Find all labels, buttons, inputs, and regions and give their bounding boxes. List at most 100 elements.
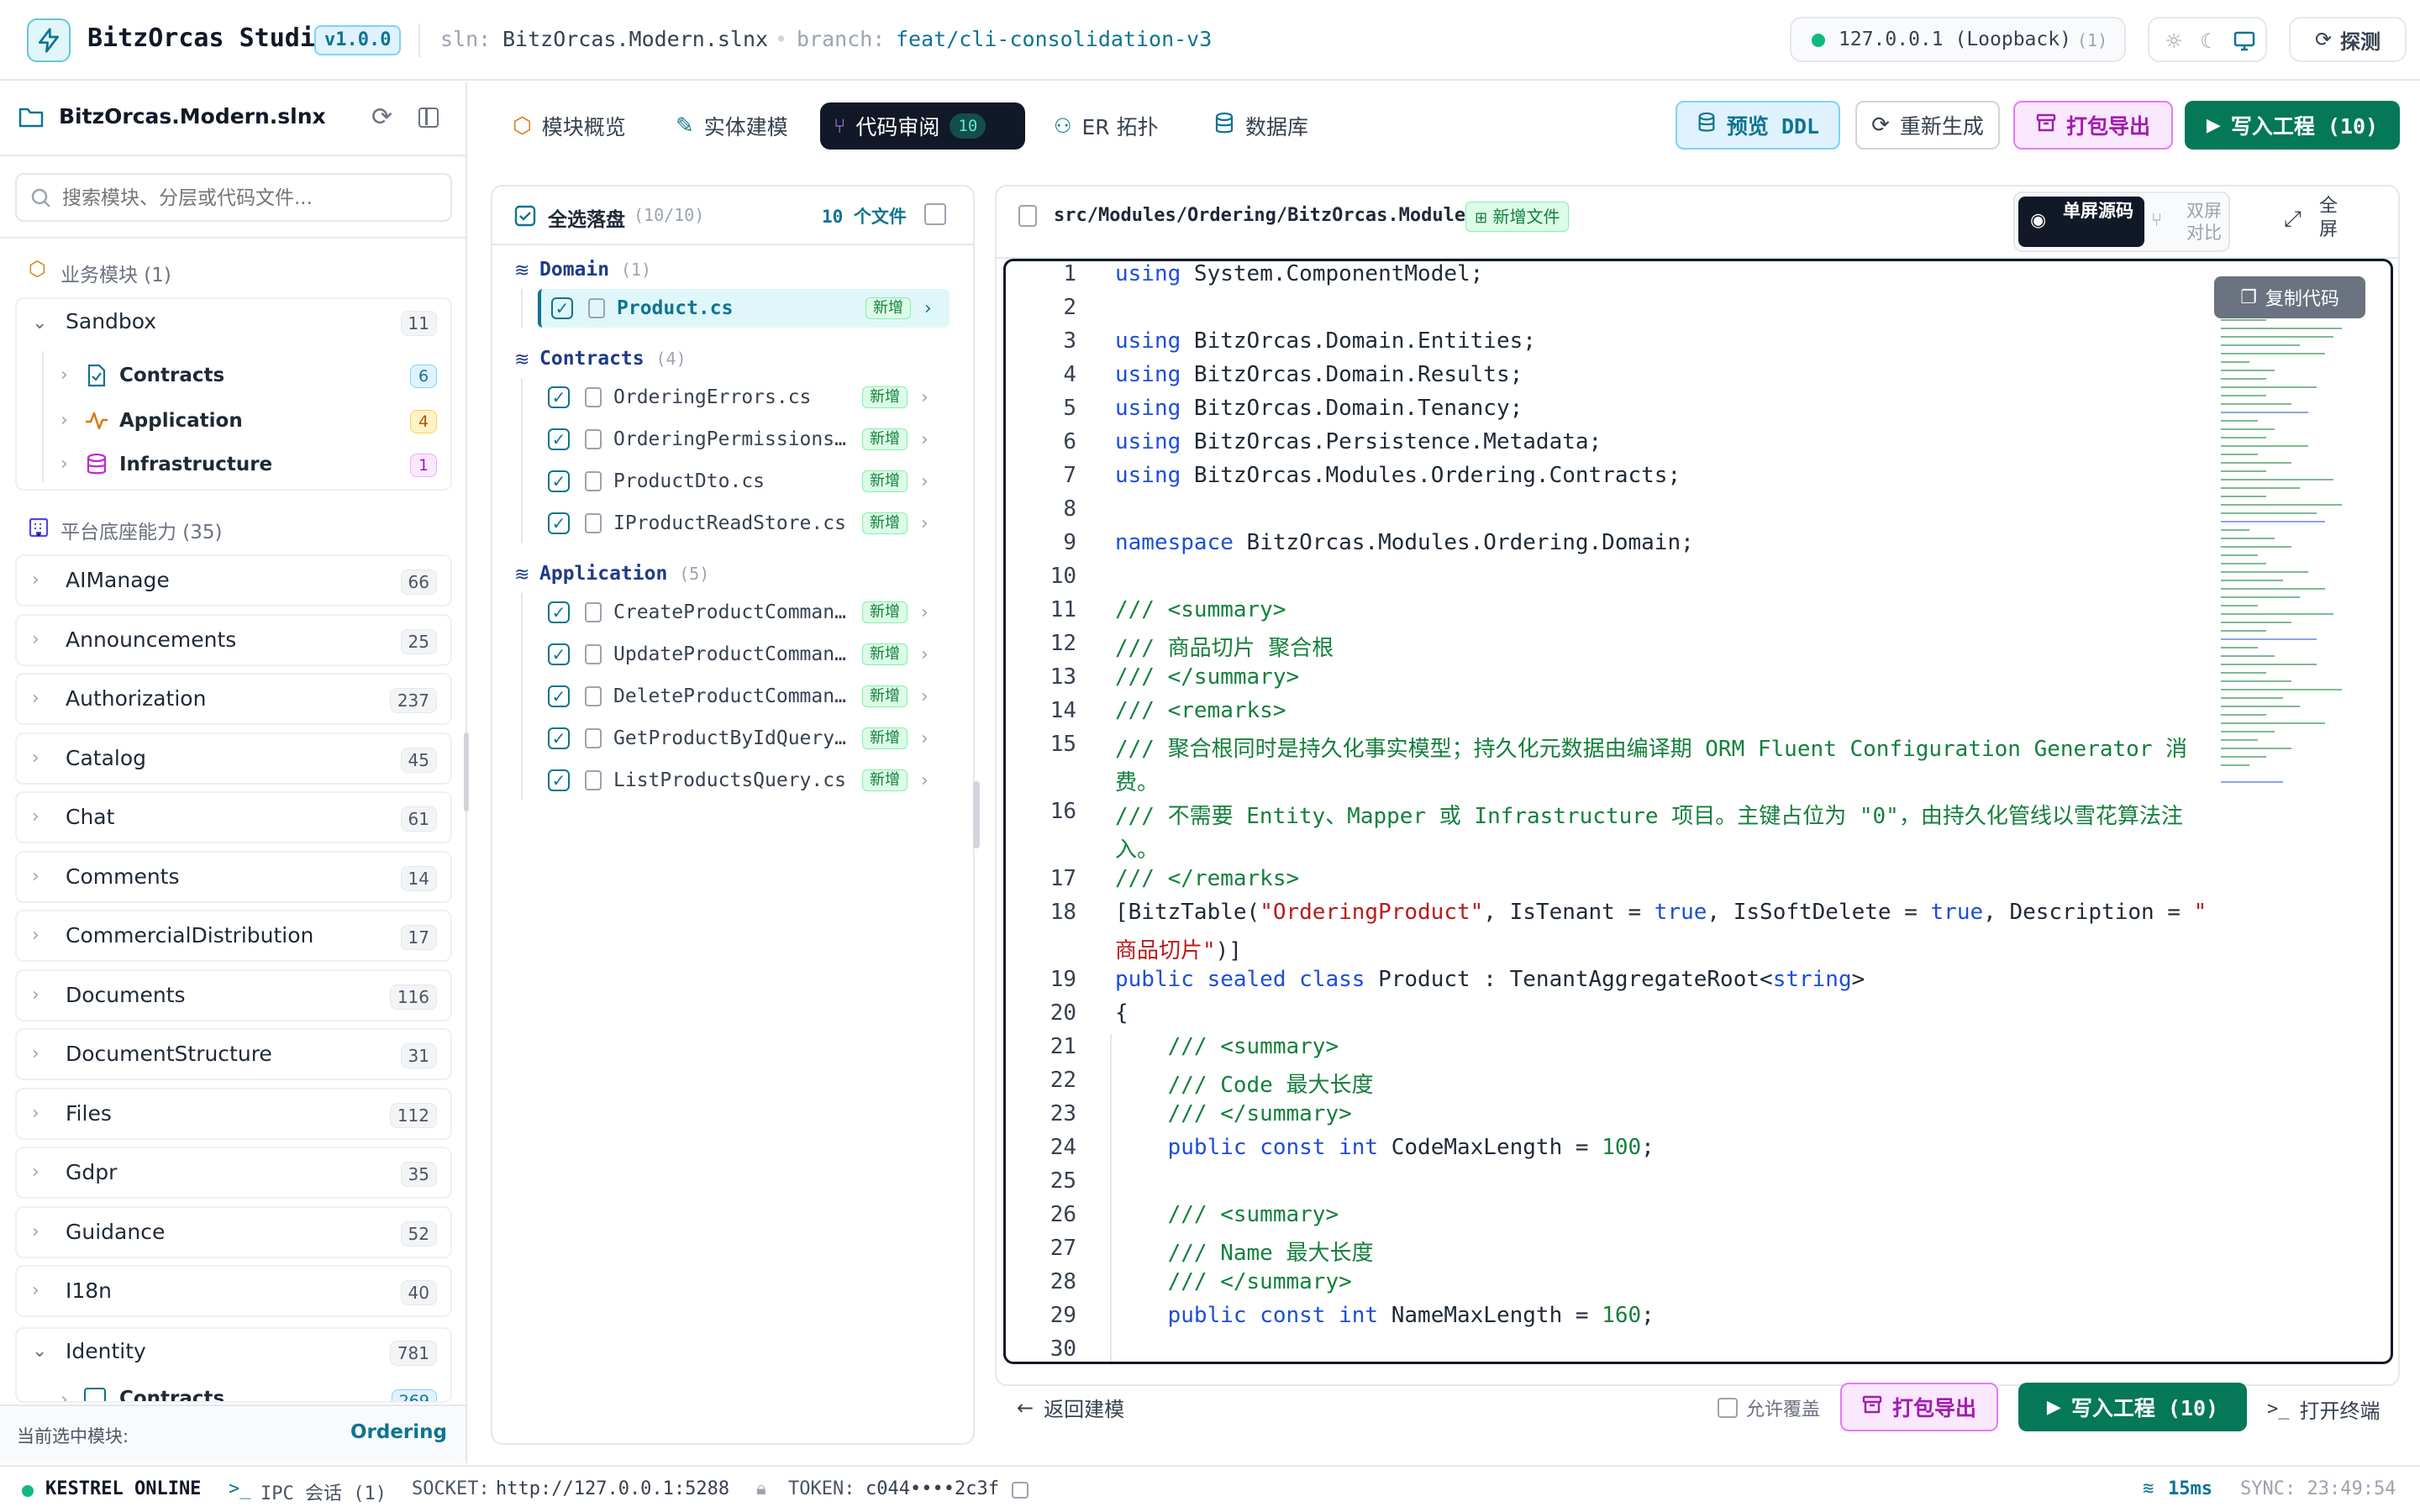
- module-row[interactable]: › Gdpr 35: [15, 1147, 452, 1199]
- chevron-down-icon[interactable]: ⌄: [32, 1341, 47, 1362]
- single-view-button[interactable]: ◉ 单屏源码: [2018, 197, 2144, 247]
- sun-icon[interactable]: ☼: [2161, 29, 2186, 54]
- sublayer-application[interactable]: Application: [119, 410, 243, 432]
- tab-er-topology[interactable]: ⚇ ER 拓扑: [1040, 102, 1172, 150]
- tab-code-review[interactable]: ⑂ 代码审阅 10: [820, 102, 1025, 150]
- preview-ddl-button[interactable]: 预览 DDL: [1676, 101, 1840, 150]
- host-indicator[interactable]: 127.0.0.1 (Loopback) (1): [1790, 17, 2126, 62]
- chevron-right-icon[interactable]: ›: [60, 1389, 68, 1401]
- module-count: 116: [389, 984, 437, 1010]
- line-number: 12: [1050, 631, 1076, 656]
- file-name: IProductReadStore.cs: [613, 512, 846, 534]
- refresh-solution-icon[interactable]: ⟳: [371, 102, 392, 132]
- checkbox-checked-icon[interactable]: ✓: [548, 685, 570, 707]
- file-code-icon: [585, 513, 602, 533]
- module-row[interactable]: › Authorization 237: [15, 673, 452, 725]
- bottom-write-project-button[interactable]: ▶ 写入工程 (10): [2018, 1383, 2247, 1431]
- panel-resize-handle[interactable]: [973, 781, 980, 848]
- code-minimap[interactable]: [2216, 278, 2367, 816]
- bottom-export-pack-button[interactable]: 打包导出: [1840, 1383, 1998, 1431]
- checkbox-checked-icon[interactable]: ✓: [548, 512, 570, 534]
- checkbox-checked-icon[interactable]: ✓: [548, 386, 570, 408]
- chevron-right-icon: ›: [32, 865, 39, 887]
- search-box[interactable]: [15, 173, 452, 222]
- copy-code-button[interactable]: ❐ 复制代码: [2214, 276, 2365, 318]
- file-item[interactable]: ✓ OrderingErrors.cs 新增 ›: [538, 378, 950, 417]
- regenerate-button[interactable]: ⟳ 重新生成: [1855, 101, 2000, 150]
- identity-contracts[interactable]: Contracts: [119, 1388, 224, 1401]
- monitor-icon[interactable]: [2232, 29, 2257, 54]
- module-row[interactable]: › Comments 14: [15, 850, 452, 903]
- sublayer-contracts[interactable]: Contracts: [119, 365, 224, 386]
- tree-line: [521, 378, 523, 543]
- file-panel: 全选落盘 (10/10) 10 个文件 ≋ Domain (1) ✓ Product.…: [491, 185, 975, 1445]
- expand-icon: ⤢: [2284, 207, 2302, 232]
- back-to-modeling-link[interactable]: ← 返回建模: [1017, 1393, 1124, 1422]
- line-number: 17: [1050, 866, 1076, 891]
- sidebar-scrollbar[interactable]: [464, 732, 469, 811]
- database-icon: [1213, 112, 1235, 140]
- app-title: BitzOrcas Studio: [87, 24, 330, 53]
- file-item[interactable]: ✓ OrderingPermissions.cs 新增 ›: [538, 420, 950, 459]
- collapse-panel-icon[interactable]: [924, 203, 946, 225]
- module-row[interactable]: › Announcements 25: [15, 613, 452, 666]
- checkbox-checked-icon[interactable]: ✓: [548, 601, 570, 623]
- file-group-title[interactable]: Application (5): [539, 563, 709, 585]
- file-item[interactable]: ✓ UpdateProductCommand.cs 新增 ›: [538, 635, 950, 674]
- diff-view-button[interactable]: ⑂ 双屏对比: [2148, 197, 2228, 247]
- allow-overwrite-checkbox[interactable]: 允许覆盖: [1718, 1394, 1820, 1421]
- file-item[interactable]: ✓ Product.cs 新增 ›: [538, 289, 950, 328]
- fullscreen-button[interactable]: ⤢ 全屏: [2281, 192, 2381, 252]
- file-name: OrderingPermissions.cs: [613, 428, 857, 450]
- sublayer-infrastructure[interactable]: Infrastructure: [119, 454, 272, 475]
- chevron-down-icon[interactable]: ⌄: [32, 312, 47, 333]
- module-row[interactable]: › DocumentStructure 31: [15, 1028, 452, 1080]
- file-item[interactable]: ✓ ProductDto.cs 新增 ›: [538, 462, 950, 501]
- chevron-right-icon[interactable]: ›: [60, 454, 68, 475]
- tab-module-overview[interactable]: ⬡ 模块概览: [499, 102, 639, 150]
- select-all-label[interactable]: 全选落盘: [548, 203, 625, 232]
- tab-entity-modeling[interactable]: ✎ 实体建模: [662, 102, 802, 150]
- write-project-button[interactable]: ▶ 写入工程 (10): [2185, 101, 2400, 150]
- check-square-icon[interactable]: [514, 205, 536, 230]
- chevron-right-icon[interactable]: ›: [60, 410, 68, 431]
- checkbox-checked-icon[interactable]: ✓: [548, 643, 570, 665]
- checkbox-checked-icon[interactable]: ✓: [548, 428, 570, 450]
- module-row[interactable]: › Guidance 52: [15, 1205, 452, 1258]
- code-viewer[interactable]: 1 using System.ComponentModel; 2 3 using B…: [1003, 259, 2393, 1364]
- module-identity[interactable]: Identity: [66, 1339, 146, 1363]
- tab-database[interactable]: 数据库: [1200, 102, 1322, 150]
- checkbox-checked-icon[interactable]: ✓: [548, 470, 570, 492]
- open-terminal-link[interactable]: >_ 打开终端: [2267, 1394, 2381, 1424]
- collapse-sidebar-icon[interactable]: [418, 108, 439, 128]
- file-name: Product.cs: [617, 297, 734, 319]
- module-row[interactable]: › I18n 40: [15, 1265, 452, 1317]
- file-item[interactable]: ✓ IProductReadStore.cs 新增 ›: [538, 504, 950, 543]
- file-item[interactable]: ✓ ListProductsQuery.cs 新增 ›: [538, 761, 950, 800]
- checkbox-checked-icon[interactable]: ✓: [548, 727, 570, 749]
- probe-button[interactable]: ⟳ 探测: [2289, 17, 2407, 62]
- line-number: 21: [1050, 1034, 1076, 1059]
- checkbox-checked-icon[interactable]: ✓: [548, 769, 570, 791]
- module-row[interactable]: › CommercialDistribution 17: [15, 910, 452, 962]
- module-row[interactable]: › AIManage 66: [15, 554, 452, 606]
- file-item[interactable]: ✓ DeleteProductCommand.cs 新增 ›: [538, 677, 950, 716]
- search-input[interactable]: [62, 183, 440, 213]
- module-row[interactable]: › Documents 116: [15, 969, 452, 1021]
- line-number: 24: [1050, 1135, 1076, 1160]
- copy-code-label: 复制代码: [2265, 289, 2339, 310]
- file-item[interactable]: ✓ CreateProductCommand.cs 新增 ›: [538, 593, 950, 632]
- copy-token-icon[interactable]: [1012, 1482, 1028, 1499]
- group-count: (5): [679, 564, 710, 584]
- file-group-title[interactable]: Domain (1): [539, 259, 651, 281]
- module-row[interactable]: › Catalog 45: [15, 732, 452, 785]
- file-item[interactable]: ✓ GetProductByIdQuery.cs 新增 ›: [538, 719, 950, 758]
- checkbox-checked-icon[interactable]: ✓: [551, 297, 573, 319]
- chevron-right-icon[interactable]: ›: [60, 365, 68, 386]
- module-row[interactable]: › Files 112: [15, 1087, 452, 1140]
- export-pack-button[interactable]: 打包导出: [2013, 101, 2173, 150]
- module-sandbox[interactable]: Sandbox: [66, 309, 156, 333]
- module-row[interactable]: › Chat 61: [15, 791, 452, 843]
- moon-icon[interactable]: ☾: [2196, 29, 2222, 54]
- file-group-title[interactable]: Contracts (4): [539, 348, 687, 370]
